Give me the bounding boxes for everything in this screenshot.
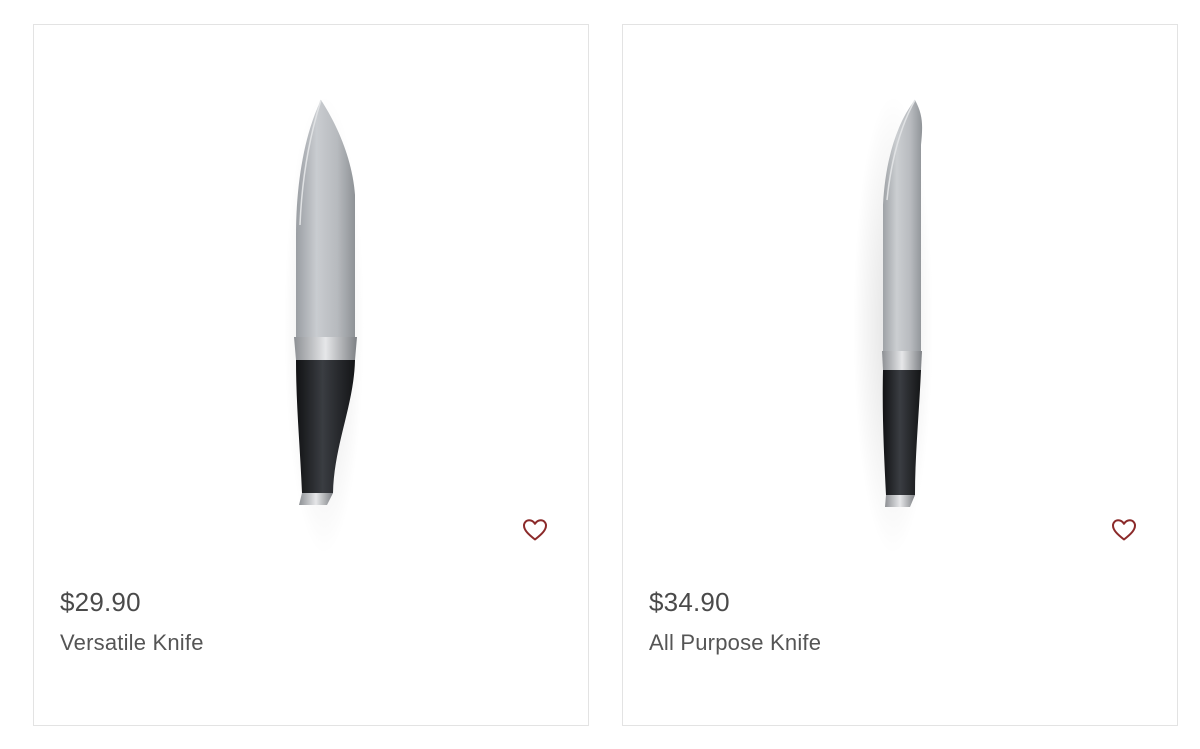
product-price: $34.90 [649,587,730,617]
product-image[interactable] [34,25,588,565]
product-price: $29.90 [60,587,141,617]
product-name[interactable]: All Purpose Knife [649,630,821,656]
product-card[interactable]: $29.90 Versatile Knife [33,24,589,726]
favorite-button[interactable] [1109,515,1139,545]
product-name[interactable]: Versatile Knife [60,630,204,656]
product-image[interactable] [623,25,1177,565]
heart-outline-icon [1112,519,1136,541]
chef-knife-image [284,95,364,555]
chef-knife-image [853,95,933,555]
heart-outline-icon [523,519,547,541]
product-grid: $29.90 Versatile Knife $34.90 All Purpos… [0,0,1200,749]
favorite-button[interactable] [520,515,550,545]
product-card[interactable]: $34.90 All Purpose Knife [622,24,1178,726]
